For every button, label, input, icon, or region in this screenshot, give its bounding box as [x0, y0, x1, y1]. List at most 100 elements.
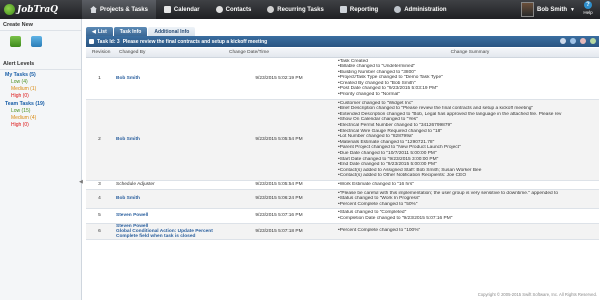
table-row: 6 Steven Powell Global Conditional Action:… — [86, 223, 599, 240]
tab-label: Task Info — [119, 28, 142, 35]
tab-label: Additional Info — [154, 28, 190, 35]
app-name: JobTraQ — [17, 4, 59, 15]
refresh-icon[interactable] — [560, 38, 566, 44]
col-change-date: Change Date/Time — [223, 48, 335, 58]
changed-by-name[interactable]: Bob Smith — [116, 76, 220, 81]
revision-number: 4 — [86, 189, 113, 210]
table-row: 1Bob Smith9/23/2015 5:02:19 PMTask Creat… — [86, 57, 599, 100]
sidebar: Create New Alert Levels My Tasks (5) Low… — [0, 19, 83, 300]
change-date: 9/23/2015 5:06:24 PM — [223, 189, 335, 210]
revision-history-table: Revision Changed By Change Date/Time Cha… — [86, 48, 599, 240]
team-tasks-high[interactable]: High (0) — [0, 121, 81, 128]
task-toolbar — [560, 38, 596, 44]
logo-mark-icon — [4, 4, 15, 15]
back-arrow-icon: ◀ — [92, 28, 96, 35]
main-content: ◀ List Task Info Additional Info Task Id… — [85, 19, 600, 300]
edit-icon[interactable] — [570, 38, 576, 44]
reporting-icon — [339, 6, 347, 13]
user-name: Bob Smith — [537, 6, 568, 13]
nav-administration[interactable]: Administration — [386, 0, 454, 19]
table-row: 5Steven Powell9/23/2015 5:07:16 PMStatus… — [86, 208, 599, 224]
col-revision: Revision — [86, 48, 113, 58]
alert-levels-title: Alert Levels — [0, 58, 81, 70]
app-logo[interactable]: JobTraQ — [0, 0, 82, 19]
change-summary: Percent Complete changed to "100%" — [335, 223, 599, 240]
avatar — [521, 2, 535, 17]
change-item: Work Estimate changed to "16 hrs" — [338, 182, 596, 188]
change-list: Percent Complete changed to "100%" — [338, 227, 596, 235]
print-icon[interactable] — [590, 38, 596, 44]
change-list: Work Estimate changed to "16 hrs" — [338, 181, 596, 189]
nav-label: Recurring Tasks — [277, 6, 324, 13]
team-tasks-low[interactable]: Low (15) — [0, 107, 81, 114]
changed-by[interactable]: Bob Smith — [113, 99, 223, 181]
change-item: Completion Date changed to "9/23/2015 5:… — [338, 216, 596, 222]
nav-label: Administration — [404, 6, 447, 13]
change-item: Priority changed to "Normal" — [338, 92, 596, 98]
table-row: 4Bob Smith9/23/2015 5:06:24 PM"Please be… — [86, 189, 599, 210]
change-date: 9/23/2015 5:07:16 PM — [223, 208, 335, 224]
changed-by-action[interactable]: Global Conditional Action: Update Percen… — [116, 229, 220, 239]
nav-label: Projects & Tasks — [100, 6, 148, 13]
change-list: Task CreatedBillable changed to "Undeter… — [338, 58, 596, 99]
revision-number: 2 — [86, 99, 113, 181]
task-icon — [89, 39, 94, 44]
changed-by-name: Schedule Adjuster — [116, 182, 155, 188]
change-summary: Work Estimate changed to "16 hrs" — [335, 180, 599, 190]
my-tasks-medium[interactable]: Medium (1) — [0, 85, 81, 92]
recurring-icon — [267, 6, 275, 13]
admin-icon — [394, 6, 402, 13]
changed-by-name[interactable]: Bob Smith — [116, 137, 220, 142]
revision-number: 3 — [86, 180, 113, 190]
tab-label: List — [97, 28, 107, 35]
copyright: Copyright © 2005-2015 Swift Software, In… — [477, 292, 597, 297]
nav-projects-tasks[interactable]: Projects & Tasks — [82, 0, 156, 19]
changed-by-name[interactable]: Steven Powell — [116, 213, 220, 218]
delete-icon[interactable] — [580, 38, 586, 44]
nav-calendar[interactable]: Calendar — [156, 0, 208, 19]
changed-by[interactable]: Bob Smith — [113, 57, 223, 100]
change-summary: Status changed to "Completed"Completion … — [335, 208, 599, 224]
task-header: Task Id: 3 Please review the final contr… — [86, 36, 599, 47]
new-task-icon[interactable] — [10, 36, 21, 47]
table-body: 1Bob Smith9/23/2015 5:02:19 PMTask Creat… — [86, 57, 599, 240]
my-tasks-link[interactable]: My Tasks (5) — [0, 70, 81, 78]
changed-by[interactable]: Bob Smith — [113, 189, 223, 210]
change-date: 9/23/2015 5:05:54 PM — [223, 180, 335, 190]
tab-list[interactable]: ◀ List — [86, 27, 113, 36]
change-summary: Task CreatedBillable changed to "Undeter… — [335, 57, 599, 100]
new-project-icon[interactable] — [31, 36, 42, 47]
user-menu[interactable]: Bob Smith ▼ — [521, 0, 575, 19]
table-header-row: Revision Changed By Change Date/Time Cha… — [86, 48, 599, 58]
change-list: Status changed to "Completed"Completion … — [338, 209, 596, 222]
main-nav: Projects & Tasks Calendar Contacts Recur… — [82, 0, 455, 19]
team-tasks-link[interactable]: Team Tasks (19) — [0, 99, 81, 107]
my-tasks-high[interactable]: High (0) — [0, 92, 81, 99]
change-date: 9/23/2015 5:05:54 PM — [223, 99, 335, 181]
my-tasks-low[interactable]: Low (4) — [0, 78, 81, 85]
col-changed-by: Changed By — [113, 48, 223, 58]
changed-by[interactable]: Steven Powell Global Conditional Action: … — [113, 223, 223, 240]
contacts-icon — [215, 6, 223, 13]
change-item: Percent Complete changed to "50%" — [338, 202, 596, 208]
changed-by: Schedule Adjuster — [113, 180, 223, 190]
change-date: 9/23/2015 5:07:18 PM — [223, 223, 335, 240]
nav-contacts[interactable]: Contacts — [208, 0, 260, 19]
revision-number: 6 — [86, 223, 113, 240]
top-nav-bar: JobTraQ Projects & Tasks Calendar Contac… — [0, 0, 600, 19]
tab-additional-info[interactable]: Additional Info — [148, 27, 196, 36]
calendar-icon — [163, 6, 171, 13]
nav-label: Calendar — [173, 6, 200, 13]
tab-task-info[interactable]: Task Info — [113, 27, 148, 36]
help-icon: ? — [584, 1, 592, 9]
help-button[interactable]: ? Help — [578, 1, 598, 19]
change-list: Customer changed to "Widget Inc"Brief De… — [338, 100, 596, 180]
changed-by[interactable]: Steven Powell — [113, 208, 223, 224]
changed-by-name[interactable]: Bob Smith — [116, 196, 220, 201]
team-tasks-medium[interactable]: Medium (4) — [0, 114, 81, 121]
nav-reporting[interactable]: Reporting — [332, 0, 386, 19]
nav-recurring-tasks[interactable]: Recurring Tasks — [259, 0, 332, 19]
help-label: Help — [583, 10, 593, 15]
create-new-actions — [0, 31, 81, 52]
change-summary: Customer changed to "Widget Inc"Brief De… — [335, 99, 599, 181]
